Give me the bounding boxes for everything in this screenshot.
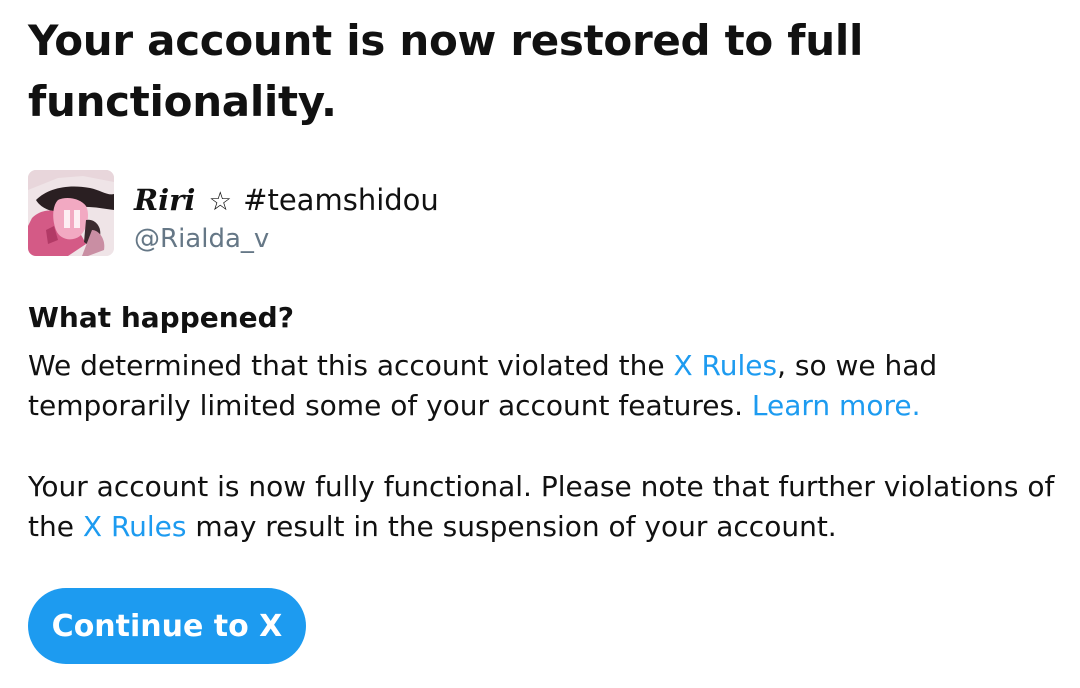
x-rules-link-2[interactable]: X Rules [83, 510, 187, 543]
x-rules-link[interactable]: X Rules [673, 349, 777, 382]
restoration-note: Your account is now fully functional. Pl… [28, 467, 1068, 547]
star-icon: ☆ [208, 187, 232, 217]
note-text-end: may result in the suspension of your acc… [186, 510, 837, 543]
restore-page: Your account is now restored to full fun… [28, 10, 1068, 664]
section-title: What happened? [28, 301, 294, 334]
violation-explanation: We determined that this account violated… [28, 346, 1068, 426]
learn-more-link[interactable]: Learn more. [752, 389, 921, 422]
page-title: Your account is now restored to full fun… [28, 16, 864, 126]
user-avatar-image-icon [28, 170, 114, 256]
explanation-text-start: We determined that this account violated… [28, 349, 674, 382]
display-name[interactable]: Riri ☆ #teamshidou [134, 180, 439, 222]
avatar [28, 170, 114, 256]
display-name-tag: #teamshidou [243, 183, 439, 217]
continue-button[interactable]: Continue to X [28, 588, 306, 664]
profile-names: Riri ☆ #teamshidou @Rialda_v [134, 180, 439, 256]
display-name-text: Riri [134, 183, 196, 217]
account-profile: Riri ☆ #teamshidou @Rialda_v [28, 170, 728, 256]
user-handle[interactable]: @Rialda_v [134, 222, 439, 256]
